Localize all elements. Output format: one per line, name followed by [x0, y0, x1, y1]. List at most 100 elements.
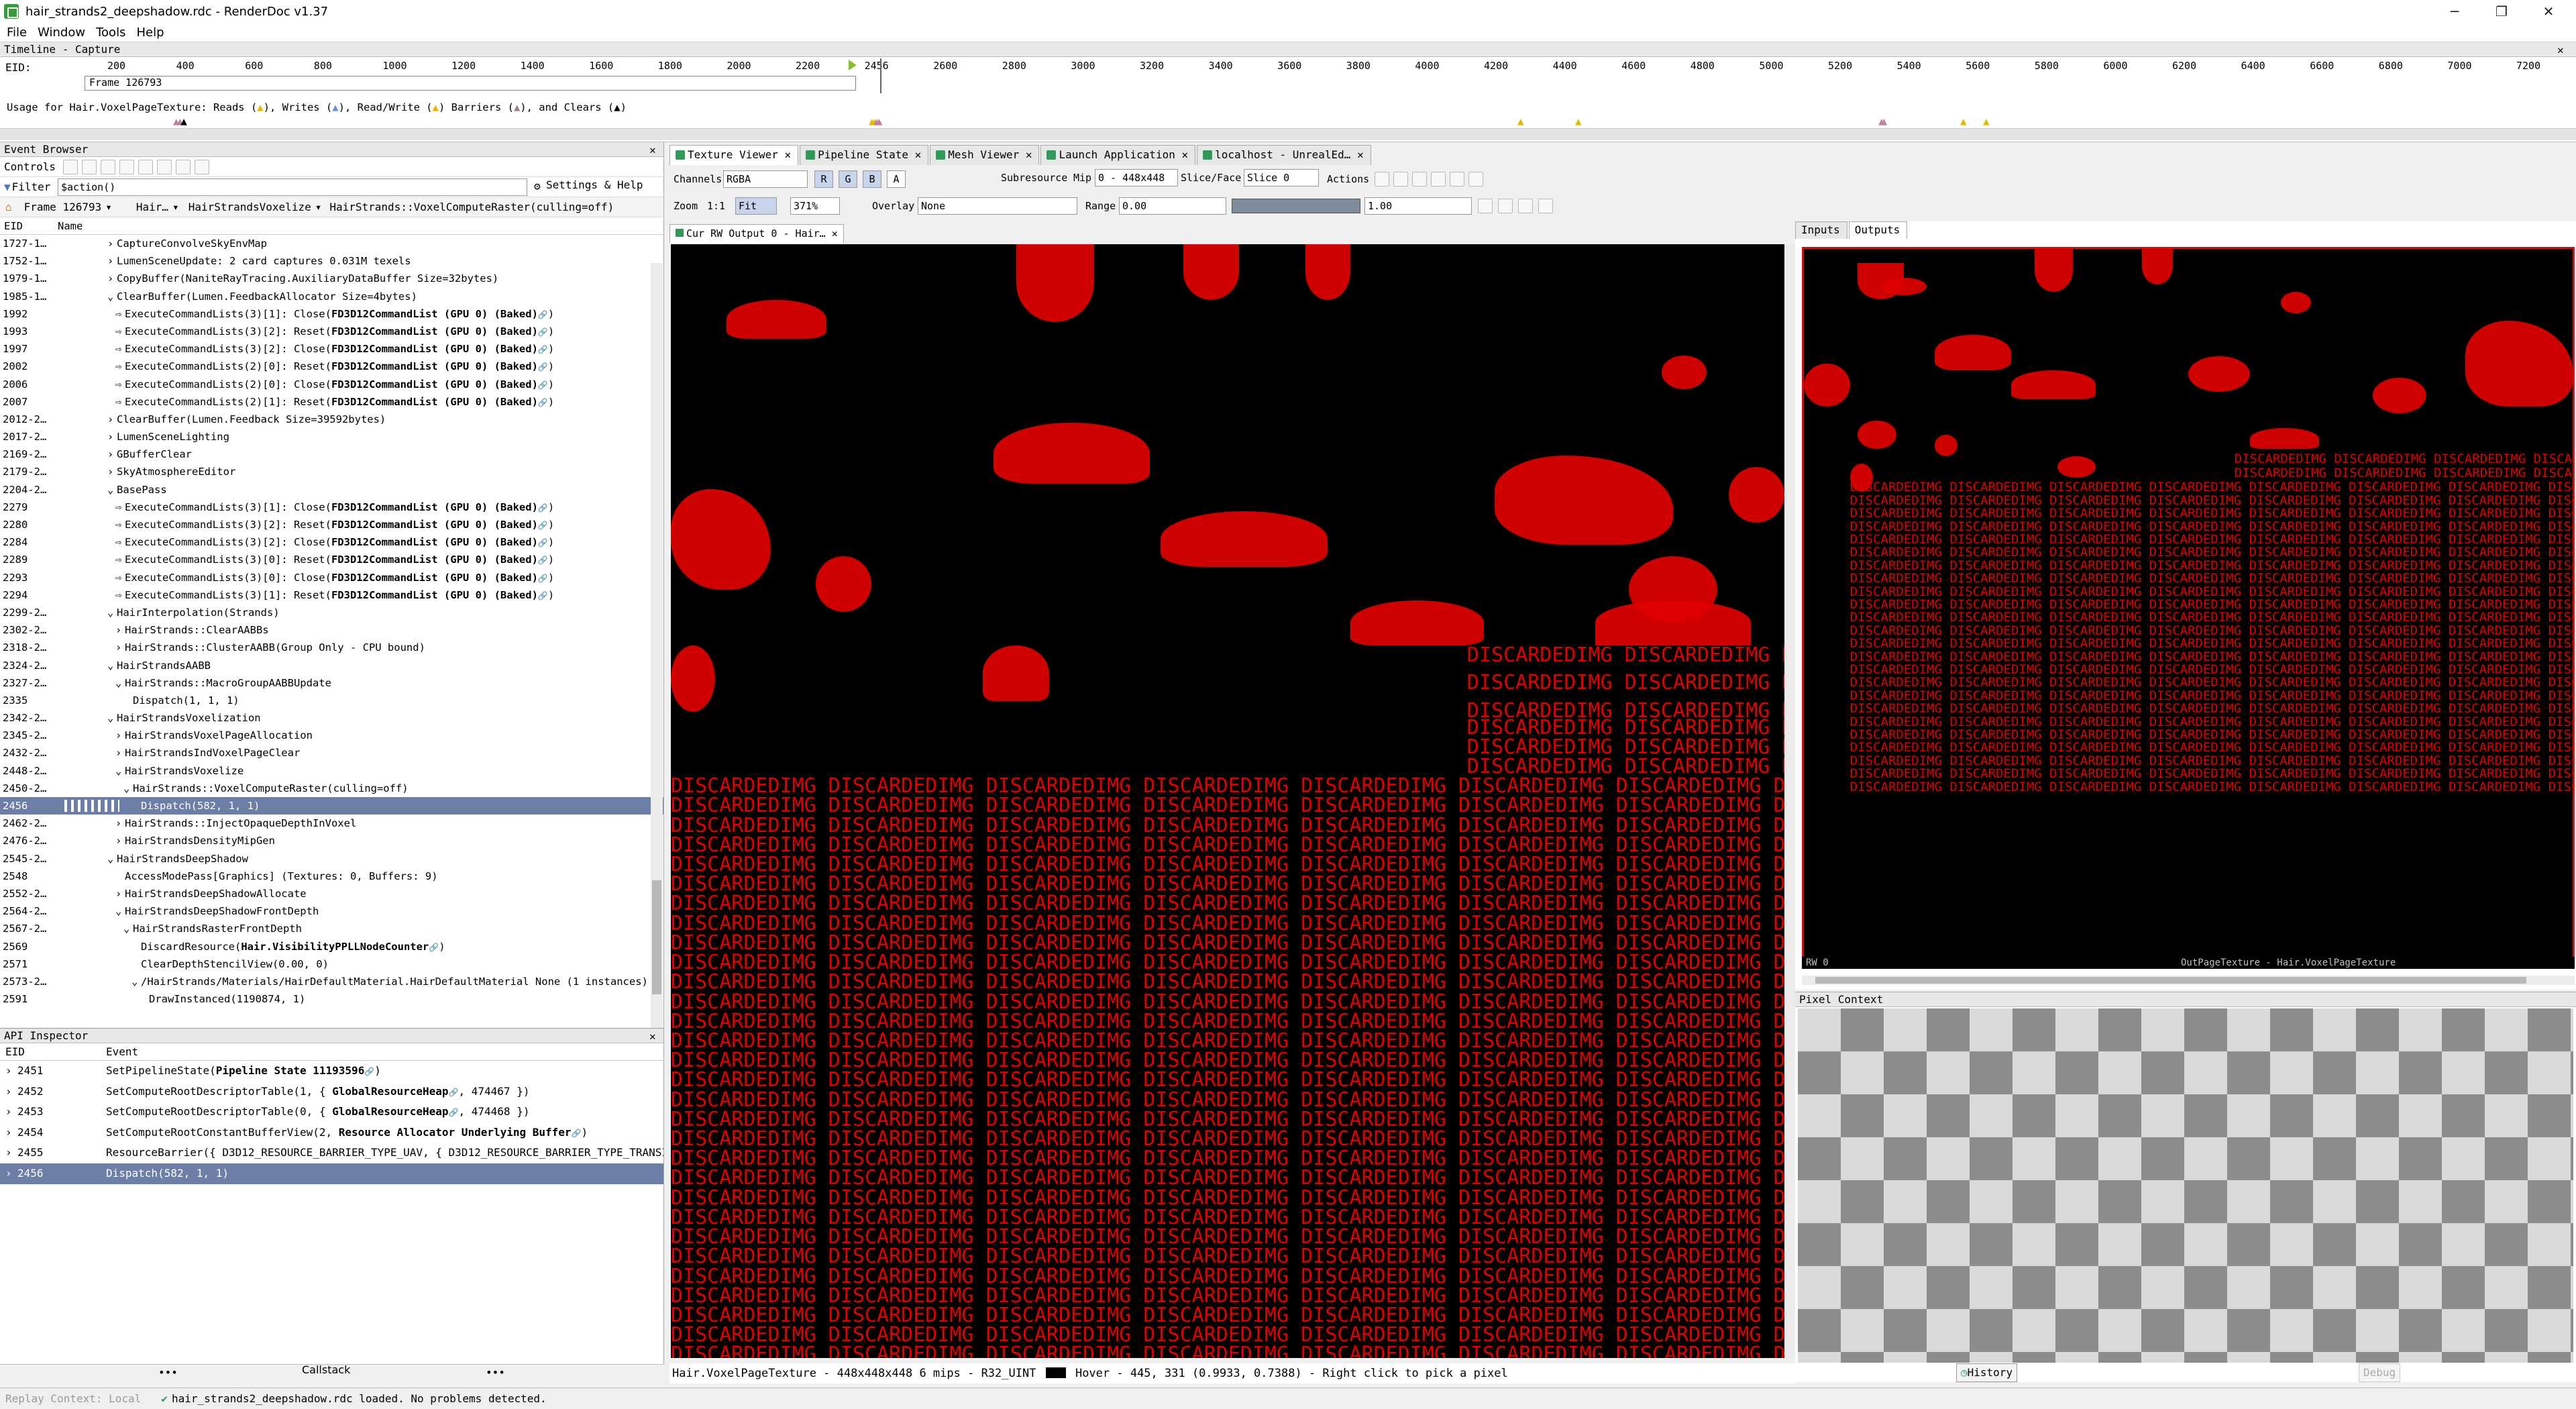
event-row-selected[interactable]: 2456 Dispatch(582, 1, 1) — [0, 797, 663, 815]
event-row[interactable]: 2462-2… › HairStrands::InjectOpaqueDepthIn… — [0, 815, 663, 832]
tab-inputs[interactable]: Inputs — [1795, 221, 1847, 239]
event-resource-link[interactable]: FD3D12CommandList (GPU 0) (Baked) — [331, 589, 538, 601]
api-resource-link[interactable]: GlobalResourceHeap — [332, 1085, 448, 1098]
event-row[interactable]: 2476-2… › HairStrandsDensityMipGen — [0, 832, 663, 849]
prev-action-icon[interactable] — [63, 159, 78, 174]
usage-marker-c[interactable]: ▲▲ — [1878, 115, 1887, 127]
event-row[interactable]: 2293 ⇨ ExecuteCommandLists(3)[0]: Close(FD… — [0, 569, 663, 586]
link-icon[interactable]: 🔗 — [538, 398, 548, 407]
zoom-1to1-button[interactable]: 1:1 — [707, 197, 725, 215]
slice-select[interactable]: Slice 0 — [1244, 169, 1319, 187]
tab-launch-application[interactable]: Launch Application ✕ — [1040, 145, 1196, 165]
event-row[interactable]: 2548 AccessModePass[Graphics] (Textures: … — [0, 868, 663, 885]
expand-toggle-icon[interactable]: ⌄ — [107, 481, 117, 499]
expand-toggle-icon[interactable]: › — [115, 744, 125, 762]
event-row[interactable]: 2327-2… ⌄ HairStrands::MacroGroupAABBUpdat… — [0, 674, 663, 692]
link-icon[interactable]: 🔗 — [538, 380, 548, 390]
channel-r-toggle[interactable]: R — [814, 170, 833, 188]
channel-a-toggle[interactable]: A — [887, 170, 906, 188]
link-icon[interactable]: 🔗 — [538, 327, 548, 337]
goto-eid-icon[interactable] — [119, 159, 135, 174]
timeline-close-icon[interactable]: ✕ — [2557, 44, 2564, 56]
link-icon[interactable]: 🔗 — [538, 521, 548, 530]
event-resource-link[interactable]: FD3D12CommandList (GPU 0) (Baked) — [331, 554, 538, 566]
tab-localhost[interactable]: localhost - UnrealEd… ✕ — [1197, 145, 1371, 165]
autofit-icon[interactable] — [1498, 199, 1513, 213]
event-row[interactable]: 2002 ⇨ ExecuteCommandLists(2)[0]: Reset(FD… — [0, 358, 663, 375]
expand-toggle-icon[interactable]: ⇨ — [115, 569, 125, 586]
menu-tools[interactable]: Tools — [96, 25, 125, 40]
event-row[interactable]: 2280 ⇨ ExecuteCommandLists(3)[2]: Reset(FD… — [0, 516, 663, 533]
reset-range-icon[interactable] — [1518, 199, 1533, 213]
link-icon[interactable]: 🔗 — [538, 556, 548, 565]
colors-dropdown-icon[interactable] — [195, 159, 210, 174]
event-resource-link[interactable]: FD3D12CommandList (GPU 0) (Baked) — [331, 536, 538, 548]
event-row[interactable]: 2324-2… ⌄ HairStrandsAABB — [0, 657, 663, 674]
api-col-event[interactable]: Event — [106, 1043, 138, 1061]
replay-context[interactable]: Replay Context: Local — [5, 1392, 141, 1405]
expand-toggle-icon[interactable]: ⌄ — [107, 288, 117, 305]
bookmark-icon[interactable] — [138, 159, 154, 174]
event-resource-link[interactable]: FD3D12CommandList (GPU 0) (Baked) — [331, 501, 538, 513]
find-icon[interactable] — [101, 159, 116, 174]
event-row[interactable]: 2284 ⇨ ExecuteCommandLists(3)[2]: Close(FD… — [0, 533, 663, 551]
event-row[interactable]: 2545-2… ⌄ HairStrandsDeepShadow — [0, 850, 663, 868]
zoom-select[interactable]: 371% — [790, 197, 840, 215]
settings-gear-icon[interactable]: ⚙ — [534, 180, 541, 193]
event-row[interactable]: 1985-1… ⌄ ClearBuffer(Lumen.FeedbackAlloca… — [0, 288, 663, 305]
thumbnail-scrollbar[interactable] — [1802, 976, 2575, 985]
tab-texture-viewer[interactable]: Texture Viewer ✕ — [669, 145, 799, 165]
usage-marker-a[interactable]: ▲ — [1517, 115, 1524, 127]
event-row[interactable]: 2279 ⇨ ExecuteCommandLists(3)[1]: Close(FD… — [0, 499, 663, 516]
api-row[interactable]: › 2453 SetComputeRootDescriptorTable(0, { … — [0, 1102, 663, 1123]
event-resource-link[interactable]: FD3D12CommandList (GPU 0) (Baked) — [331, 308, 538, 320]
event-row[interactable]: 2169-2… › GBufferClear — [0, 446, 663, 463]
home-icon[interactable]: ⌂ — [5, 201, 12, 213]
expand-toggle-icon[interactable]: ⇨ — [115, 340, 125, 358]
api-resource-link[interactable]: Pipeline State 11193596 — [216, 1064, 365, 1077]
expand-toggle-icon[interactable]: ⌄ — [107, 850, 117, 868]
event-list-scrollbar[interactable] — [651, 263, 663, 1162]
breadcrumb-voxelize[interactable]: HairStrandsVoxelize — [189, 201, 311, 213]
expand-toggle-icon[interactable]: › — [107, 252, 117, 270]
open-texture-icon[interactable] — [1393, 172, 1408, 187]
breadcrumb-raster[interactable]: HairStrands::VoxelComputeRaster(culling=… — [329, 201, 614, 213]
api-row[interactable]: › 2454 SetComputeRootConstantBufferView(2,… — [0, 1123, 663, 1143]
expand-toggle-icon[interactable]: ⌄ — [123, 920, 133, 937]
expand-toggle-icon[interactable]: › — [115, 621, 125, 639]
event-row[interactable]: 2571 ClearDepthStencilView(0.00, 0) — [0, 955, 663, 973]
link-icon[interactable]: 🔗 — [538, 345, 548, 354]
link-icon[interactable]: 🔗 — [429, 943, 439, 952]
menu-window[interactable]: Window — [38, 25, 85, 40]
expand-toggle-icon[interactable]: › — [115, 832, 125, 849]
usage-markers-early[interactable]: ▲▲▲ — [173, 115, 187, 127]
histogram-toggle-icon[interactable] — [1538, 199, 1553, 213]
event-row[interactable]: 2006 ⇨ ExecuteCommandLists(2)[0]: Close(FD… — [0, 376, 663, 393]
usage-markers-2456[interactable]: ▲▲▲▲ — [869, 115, 883, 127]
next-action-icon[interactable] — [82, 159, 97, 174]
link-icon[interactable]: 🔗 — [538, 310, 548, 319]
event-row[interactable]: 2573-2… ⌄/HairStrands/Materials/HairDefau… — [0, 973, 663, 990]
event-row[interactable]: 2335 Dispatch(1, 1, 1) — [0, 692, 663, 709]
expand-toggle-icon[interactable]: ⌄ — [115, 902, 125, 920]
zoom-range-icon[interactable] — [1478, 199, 1493, 213]
link-icon[interactable]: 🔗 — [538, 362, 548, 372]
event-browser-close-icon[interactable]: ✕ — [649, 144, 656, 156]
menu-help[interactable]: Help — [136, 25, 164, 40]
expand-toggle-icon[interactable]: ⇨ — [115, 393, 125, 411]
subtab-rw-output[interactable]: Cur RW Output 0 - Hair… ✕ — [669, 224, 844, 243]
api-row[interactable]: › 2451 SetPipelineState(Pipeline State 111… — [0, 1061, 663, 1082]
event-row[interactable]: 2204-2… ⌄ BasePass — [0, 481, 663, 499]
expand-toggle-icon[interactable]: › — [115, 885, 125, 902]
api-expand-icon[interactable]: › — [5, 1143, 12, 1163]
expand-toggle-icon[interactable]: › — [107, 270, 117, 287]
event-row[interactable]: 2294 ⇨ ExecuteCommandLists(3)[1]: Reset(FD… — [0, 586, 663, 604]
breadcrumb-frame[interactable]: Frame 126793 — [24, 201, 102, 213]
goto-location-icon[interactable] — [1412, 172, 1427, 187]
event-resource-link[interactable]: FD3D12CommandList (GPU 0) (Baked) — [331, 519, 538, 531]
event-row[interactable]: 1752-1… › LumenSceneUpdate: 2 card capture… — [0, 252, 663, 270]
expand-toggle-icon[interactable]: ⌄ — [131, 973, 141, 990]
event-resource-link[interactable]: FD3D12CommandList (GPU 0) (Baked) — [331, 378, 538, 390]
expand-toggle-icon[interactable]: ⌄ — [107, 657, 117, 674]
event-row[interactable]: 1992 ⇨ ExecuteCommandLists(3)[1]: Close(FD… — [0, 305, 663, 323]
